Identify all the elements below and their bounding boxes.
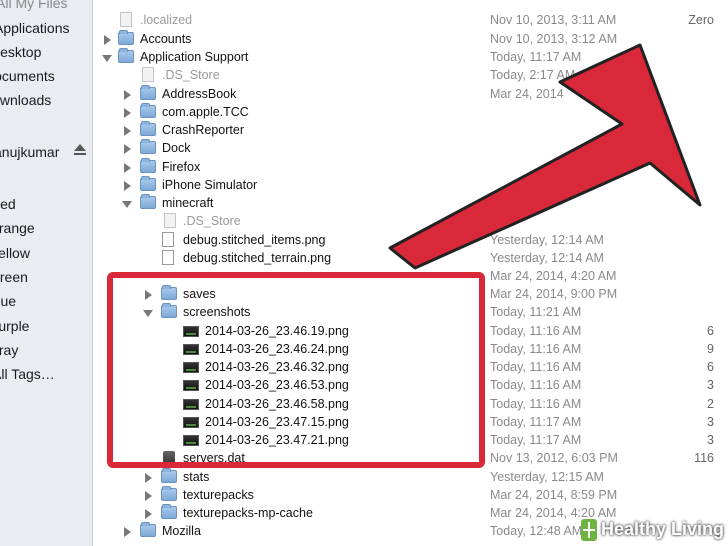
folder-icon [140,176,156,191]
list-item[interactable]: debug.stitched_items.png Yesterday, 12:1… [93,231,728,249]
image-file-icon [162,232,174,247]
disclosure-triangle-icon[interactable] [124,126,131,136]
list-item[interactable]: Application Support Today, 11:17 AM [93,48,728,66]
sidebar-item-all-my-files[interactable]: All My Files [0,0,68,14]
disclosure-triangle-icon[interactable] [124,144,131,154]
list-item[interactable]: iPhone Simulator [93,176,728,194]
sidebar-item-desktop[interactable]: Desktop [0,41,41,63]
sidebar-tag-gray[interactable]: Gray [0,339,18,361]
folder-icon [140,121,156,136]
folder-icon [140,522,156,537]
sidebar-item-downloads[interactable]: Downloads [0,89,51,111]
list-item[interactable]: AddressBook Mar 24, 2014 [93,85,728,103]
list-item[interactable]: .DS_Store Today, 2:17 AM [93,66,728,84]
list-item[interactable]: debug.stitched_terrain.png Yesterday, 12… [93,249,728,267]
folder-icon [140,139,156,154]
folder-icon [140,85,156,100]
list-item[interactable]: texturepacks Mar 24, 2014, 8:59 PM [93,486,728,504]
disclosure-triangle-icon[interactable] [145,491,152,501]
sidebar-item-user[interactable]: anujkumar [0,141,59,163]
sidebar-tag-blue[interactable]: Blue [0,290,16,312]
folder-icon [161,468,177,483]
sidebar-tag-yellow[interactable]: Yellow [0,242,30,264]
list-item[interactable]: .DS_Store [93,212,728,230]
watermark: Healthy Living [580,514,724,544]
list-item[interactable]: .localized Nov 10, 2013, 3:11 AM Zero [93,11,728,29]
folder-icon [161,486,177,501]
disclosure-triangle-icon[interactable] [124,163,131,173]
list-item[interactable]: Accounts Nov 10, 2013, 3:12 AM [93,30,728,48]
list-item[interactable]: CrashReporter [93,121,728,139]
sidebar-all-tags[interactable]: All Tags… [0,363,55,385]
disclosure-triangle-icon[interactable] [124,181,131,191]
document-icon [164,213,176,228]
list-item[interactable]: stats Yesterday, 12:15 AM [93,468,728,486]
disclosure-triangle-icon[interactable] [124,527,131,537]
highlight-box [107,272,485,468]
disclosure-triangle-icon[interactable] [122,201,132,208]
document-icon [120,12,132,27]
image-file-icon [162,250,174,265]
disclosure-triangle-icon[interactable] [124,90,131,100]
finder-sidebar: All My Files Applications Desktop Docume… [0,0,93,546]
document-icon [142,67,154,82]
disclosure-triangle-icon[interactable] [145,473,152,483]
watermark-label: Healthy Living [600,519,724,539]
sidebar-tag-orange[interactable]: Orange [0,217,35,239]
list-item[interactable]: Dock [93,139,728,157]
folder-icon [118,48,134,63]
folder-icon [140,103,156,118]
list-item[interactable]: Firefox [93,158,728,176]
sidebar-tag-green[interactable]: Green [0,266,28,288]
list-item[interactable]: com.apple.TCC [93,103,728,121]
folder-icon [140,158,156,173]
disclosure-triangle-icon[interactable] [124,108,131,118]
sidebar-item-applications[interactable]: Applications [0,17,70,39]
folder-icon [140,194,156,209]
disclosure-triangle-icon[interactable] [145,509,152,519]
sidebar-tag-purple[interactable]: Purple [0,315,29,337]
folder-icon [161,504,177,519]
disclosure-triangle-icon[interactable] [104,35,111,45]
folder-icon [118,30,134,45]
list-item[interactable]: minecraft [93,194,728,212]
eject-icon[interactable] [74,144,86,158]
disclosure-triangle-icon[interactable] [102,55,112,62]
sidebar-item-documents[interactable]: Documents [0,65,55,87]
sidebar-tag-red[interactable]: Red [0,193,16,215]
healthy-living-logo-icon [580,519,597,542]
